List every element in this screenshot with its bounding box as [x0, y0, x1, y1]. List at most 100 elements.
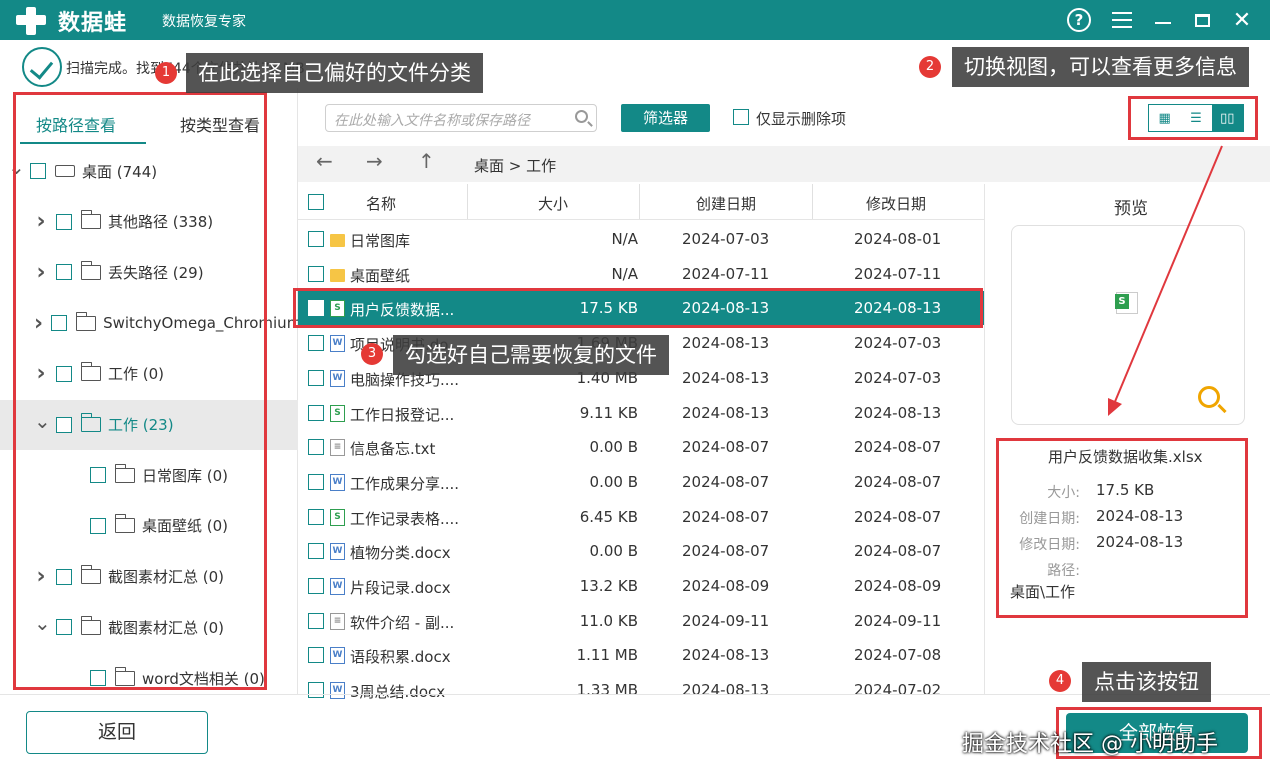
column-header-size[interactable]: 大小 — [538, 193, 568, 214]
filter-button[interactable]: 筛选器 — [621, 104, 710, 132]
file-modified: 2024-08-07 — [854, 542, 942, 561]
preview-divider — [984, 184, 985, 694]
column-separator — [639, 184, 640, 220]
breadcrumb: 桌面 > 工作 — [474, 157, 557, 175]
file-created: 2024-07-03 — [682, 230, 770, 248]
row-checkbox[interactable] — [308, 682, 324, 699]
file-size: N/A — [611, 230, 638, 248]
close-icon[interactable]: ✕ — [1228, 6, 1256, 34]
app-logo-icon — [14, 3, 48, 37]
row-checkbox[interactable] — [308, 578, 324, 594]
table-row[interactable]: W 语段积累.docx 1.11 MB 2024-08-13 2024-07-08 — [298, 638, 984, 672]
file-created: 2024-07-11 — [682, 264, 770, 283]
title-bar: 数据蛙 数据恢复专家 ? ✕ — [0, 0, 1270, 40]
file-name: 工作记录表格.... — [350, 509, 460, 528]
file-name: 桌面壁纸 — [350, 266, 411, 285]
file-size: 0.00 B — [589, 438, 638, 457]
column-header-created[interactable]: 创建日期 — [696, 193, 756, 214]
file-modified: 2024-07-03 — [854, 368, 942, 387]
row-checkbox[interactable] — [308, 647, 324, 664]
annotation-callout-3: 勾选好自己需要恢复的文件 — [393, 335, 669, 375]
file-created: 2024-08-13 — [682, 403, 770, 422]
annotation-box-1 — [13, 92, 267, 690]
scan-complete-check-icon — [22, 47, 62, 87]
txt-file-icon: ≡ — [330, 612, 345, 630]
file-name: 日常图库 — [350, 232, 411, 250]
select-all-checkbox[interactable] — [308, 194, 324, 210]
file-size: 1.11 MB — [576, 646, 638, 665]
file-modified: 2024-08-01 — [854, 230, 942, 248]
maximize-icon[interactable] — [1188, 6, 1216, 34]
file-modified: 2024-07-03 — [854, 334, 942, 353]
back-button[interactable]: 返回 — [26, 711, 208, 754]
table-row[interactable]: ≡ 信息备忘.txt 0.00 B 2024-08-07 2024-08-07 — [298, 430, 984, 464]
annotation-badge-2: 2 — [919, 56, 941, 78]
app-brand: 数据蛙 — [58, 11, 128, 36]
table-row[interactable]: W 植物分类.docx 0.00 B 2024-08-07 2024-08-07 — [298, 534, 984, 568]
folder-file-icon — [330, 234, 345, 247]
table-row[interactable]: 桌面壁纸 N/A 2024-07-11 2024-07-11 — [298, 257, 984, 291]
file-created: 2024-08-13 — [682, 334, 770, 353]
word-file-icon: W — [330, 335, 345, 353]
up-arrow-icon[interactable]: ↑ — [418, 149, 435, 173]
row-checkbox[interactable] — [308, 369, 324, 386]
deleted-only-checkbox[interactable] — [733, 109, 749, 125]
file-modified: 2024-08-09 — [854, 577, 942, 595]
word-file-icon: W — [330, 578, 345, 595]
file-name: 工作成果分享.... — [350, 474, 460, 493]
file-name: 片段记录.docx — [350, 579, 451, 597]
row-checkbox[interactable] — [308, 265, 324, 282]
search-icon[interactable] — [575, 110, 588, 123]
file-created: 2024-08-07 — [682, 507, 770, 526]
table-row[interactable]: 日常图库 N/A 2024-07-03 2024-08-01 — [298, 222, 984, 256]
word-file-icon: W — [330, 647, 345, 665]
word-file-icon: W — [330, 369, 345, 387]
file-name: 3周总结.docx — [350, 683, 446, 702]
menu-icon[interactable] — [1108, 6, 1136, 34]
file-modified: 2024-08-13 — [854, 403, 942, 422]
row-checkbox[interactable] — [308, 612, 324, 629]
back-arrow-icon[interactable]: ← — [316, 149, 333, 173]
file-modified: 2024-07-02 — [854, 681, 942, 700]
row-checkbox[interactable] — [308, 335, 324, 352]
table-row[interactable]: S 工作日报登记... 9.11 KB 2024-08-13 2024-08-13 — [298, 396, 984, 430]
zoom-icon[interactable] — [1198, 386, 1220, 408]
preview-title: 预览 — [1114, 199, 1148, 219]
row-checkbox[interactable] — [308, 439, 324, 456]
table-row[interactable]: W 片段记录.docx 13.2 KB 2024-08-09 2024-08-09 — [298, 569, 984, 603]
help-icon[interactable]: ? — [1065, 6, 1093, 34]
file-created: 2024-08-13 — [682, 368, 770, 387]
file-name: 软件介绍 - 副... — [350, 613, 455, 632]
table-row[interactable]: W 工作成果分享.... 0.00 B 2024-08-07 2024-08-07 — [298, 465, 984, 499]
column-header-modified[interactable]: 修改日期 — [866, 193, 926, 214]
bottom-divider — [0, 694, 1270, 695]
row-checkbox[interactable] — [308, 231, 324, 247]
file-modified: 2024-08-07 — [854, 507, 942, 526]
forward-arrow-icon[interactable]: → — [366, 149, 383, 173]
row-checkbox[interactable] — [308, 404, 324, 421]
txt-file-icon: ≡ — [330, 439, 345, 457]
column-header-name[interactable]: 名称 — [366, 193, 396, 214]
file-name: 植物分类.docx — [350, 544, 451, 563]
table-row[interactable]: W 3周总结.docx 1.33 MB 2024-08-13 2024-07-02 — [298, 673, 984, 707]
row-checkbox[interactable] — [308, 473, 324, 490]
row-checkbox[interactable] — [308, 543, 324, 560]
file-size: 9.11 KB — [579, 403, 638, 422]
annotation-callout-2: 切换视图，可以查看更多信息 — [952, 47, 1249, 87]
table-row[interactable]: S 工作记录表格.... 6.45 KB 2024-08-07 2024-08-07 — [298, 500, 984, 534]
navigation-bar: ← → ↑ — [298, 146, 1270, 182]
table-row[interactable]: ≡ 软件介绍 - 副... 11.0 KB 2024-09-11 2024-09-11 — [298, 604, 984, 638]
file-created: 2024-08-13 — [682, 646, 770, 665]
excel-file-icon: S — [330, 404, 345, 422]
annotation-callout-1: 在此选择自己偏好的文件分类 — [186, 53, 483, 93]
row-checkbox[interactable] — [308, 508, 324, 525]
column-separator — [812, 184, 813, 220]
file-modified: 2024-07-08 — [854, 646, 942, 665]
file-name: 信息备忘.txt — [350, 440, 436, 459]
search-input[interactable]: 在此处输入文件名称或保存路径 — [325, 104, 597, 132]
file-size: 1.33 MB — [576, 681, 638, 700]
file-created: 2024-08-07 — [682, 542, 770, 561]
minimize-icon[interactable] — [1149, 6, 1177, 34]
annotation-badge-1: 1 — [155, 62, 177, 84]
file-created: 2024-09-11 — [682, 611, 770, 630]
